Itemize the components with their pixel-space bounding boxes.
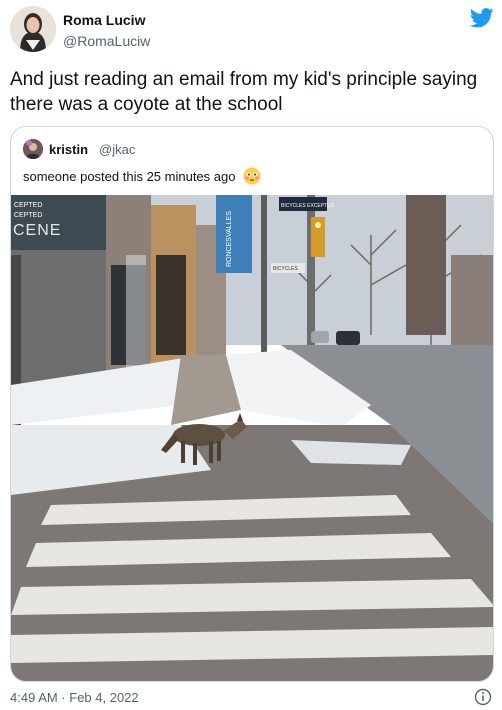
quoted-author-name[interactable]: kristin: [49, 142, 88, 157]
tweet-card: Roma Luciw @RomaLuciw And just reading a…: [0, 0, 502, 710]
quoted-text: someone posted this 25 minutes ago: [23, 169, 236, 184]
flushed-face-icon: [243, 167, 261, 185]
quoted-tweet[interactable]: kristin @jkac someone posted this 25 min…: [10, 126, 494, 682]
street-sign: BICYCLES EXCEPTED: [281, 203, 334, 209]
author-name[interactable]: Roma Luciw: [63, 12, 145, 28]
quoted-author-handle[interactable]: @jkac: [99, 142, 135, 157]
quoted-tweet-text: someone posted this 25 minutes ago: [23, 167, 261, 185]
store-sign-line2: CEPTED: [14, 212, 42, 219]
author-handle[interactable]: @RomaLuciw: [63, 33, 150, 49]
author-avatar[interactable]: [10, 6, 56, 52]
info-icon[interactable]: [474, 688, 492, 706]
coyote-street-photo[interactable]: CEPTED CEPTED CENE RONCESVALLES BICYCLES…: [11, 195, 494, 682]
store-sign-line1: CEPTED: [14, 202, 42, 209]
tweet-text: And just reading an email from my kid's …: [10, 69, 478, 115]
store-sign-big: CENE: [13, 222, 61, 239]
street-sign-2: BICYCLES: [273, 266, 298, 272]
tweet-timestamp[interactable]: 4:49 AM · Feb 4, 2022: [10, 690, 139, 705]
quoted-author-avatar[interactable]: [23, 139, 43, 159]
twitter-bird-icon[interactable]: [470, 8, 494, 28]
banner-text: RONCESVALLES: [226, 211, 233, 267]
